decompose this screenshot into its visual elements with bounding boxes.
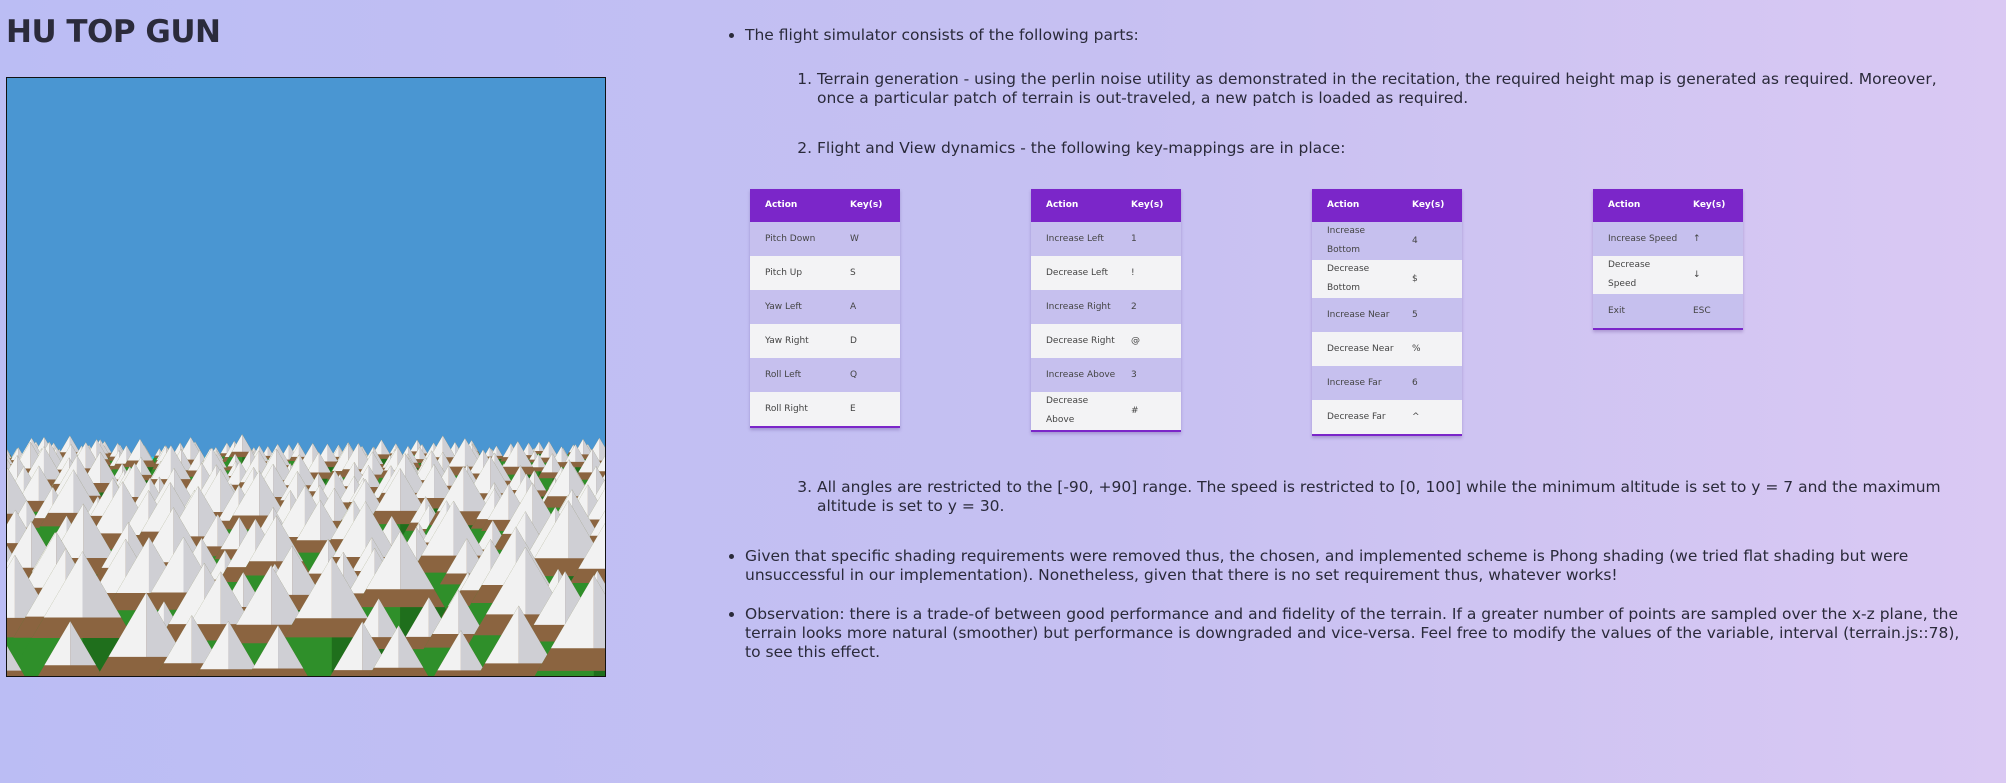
table-row: Decrease Above # bbox=[1031, 392, 1181, 431]
page-title: HU TOP GUN bbox=[6, 14, 221, 50]
part-terrain-generation: Terrain generation - using the perlin no… bbox=[817, 70, 1960, 108]
table-row: Increase Far 6 bbox=[1312, 366, 1462, 400]
table-bottom-near-far: Action Key(s) Increase Bottom 4 Decrease B… bbox=[1312, 189, 1462, 436]
observation-bullet: Observation: there is a trade-of between… bbox=[745, 605, 1960, 662]
intro-text: The flight simulator consists of the fol… bbox=[745, 26, 1139, 44]
part-flight-view-dynamics: Flight and View dynamics - the following… bbox=[750, 139, 1960, 447]
table-row: Yaw Left A bbox=[750, 290, 900, 324]
table-pitch-yaw-roll: Action Key(s) Pitch Down W Pitch Up S Yaw L… bbox=[750, 189, 900, 428]
table-row: Increase Right 2 bbox=[1031, 290, 1181, 324]
table-row: Pitch Down W bbox=[750, 222, 900, 256]
mountain-face bbox=[7, 467, 8, 514]
table-speed-exit: Action Key(s) Increase Speed ↑ Decrease Sp… bbox=[1593, 189, 1743, 330]
table-row: Decrease Bottom $ bbox=[1312, 260, 1462, 298]
header-keys: Key(s) bbox=[835, 189, 900, 222]
table-row: Yaw Right D bbox=[750, 324, 900, 358]
table-row: Decrease Far ^ bbox=[1312, 400, 1462, 435]
table-row: Decrease Right @ bbox=[1031, 324, 1181, 358]
table-row: Increase Bottom 4 bbox=[1312, 222, 1462, 260]
table-row: Increase Left 1 bbox=[1031, 222, 1181, 256]
part-angle-restrictions: All angles are restricted to the [-90, +… bbox=[817, 478, 1960, 516]
header-keys: Key(s) bbox=[1678, 189, 1743, 222]
table-row: Increase Speed ↑ bbox=[1593, 222, 1743, 256]
header-action: Action bbox=[1312, 189, 1397, 222]
table-row: Pitch Up S bbox=[750, 256, 900, 290]
key-mapping-tables: Action Key(s) Pitch Down W Pitch Up S Yaw L… bbox=[745, 189, 1960, 447]
header-keys: Key(s) bbox=[1397, 189, 1462, 222]
flight-simulator-canvas[interactable] bbox=[6, 77, 606, 677]
table-row: Increase Near 5 bbox=[1312, 298, 1462, 332]
table-row: Roll Right E bbox=[750, 392, 900, 427]
intro-bullet: The flight simulator consists of the fol… bbox=[745, 26, 1960, 516]
header-action: Action bbox=[1593, 189, 1678, 222]
table-row: Decrease Speed ↓ bbox=[1593, 256, 1743, 294]
table-row: Roll Left Q bbox=[750, 358, 900, 392]
terrain-scene bbox=[7, 78, 605, 676]
shading-bullet: Given that specific shading requirements… bbox=[745, 547, 1960, 585]
header-action: Action bbox=[1031, 189, 1116, 222]
mountain-field bbox=[7, 434, 605, 676]
table-row: Decrease Near% bbox=[1312, 332, 1462, 366]
table-row: Increase Above 3 bbox=[1031, 358, 1181, 392]
table-row: Exit ESC bbox=[1593, 294, 1743, 329]
header-keys: Key(s) bbox=[1116, 189, 1181, 222]
header-action: Action bbox=[750, 189, 835, 222]
description-panel: The flight simulator consists of the fol… bbox=[730, 26, 1960, 682]
table-row: Decrease Left! bbox=[1031, 256, 1181, 290]
table-left-right-above: Action Key(s) Increase Left 1 Decrease Lef… bbox=[1031, 189, 1181, 432]
